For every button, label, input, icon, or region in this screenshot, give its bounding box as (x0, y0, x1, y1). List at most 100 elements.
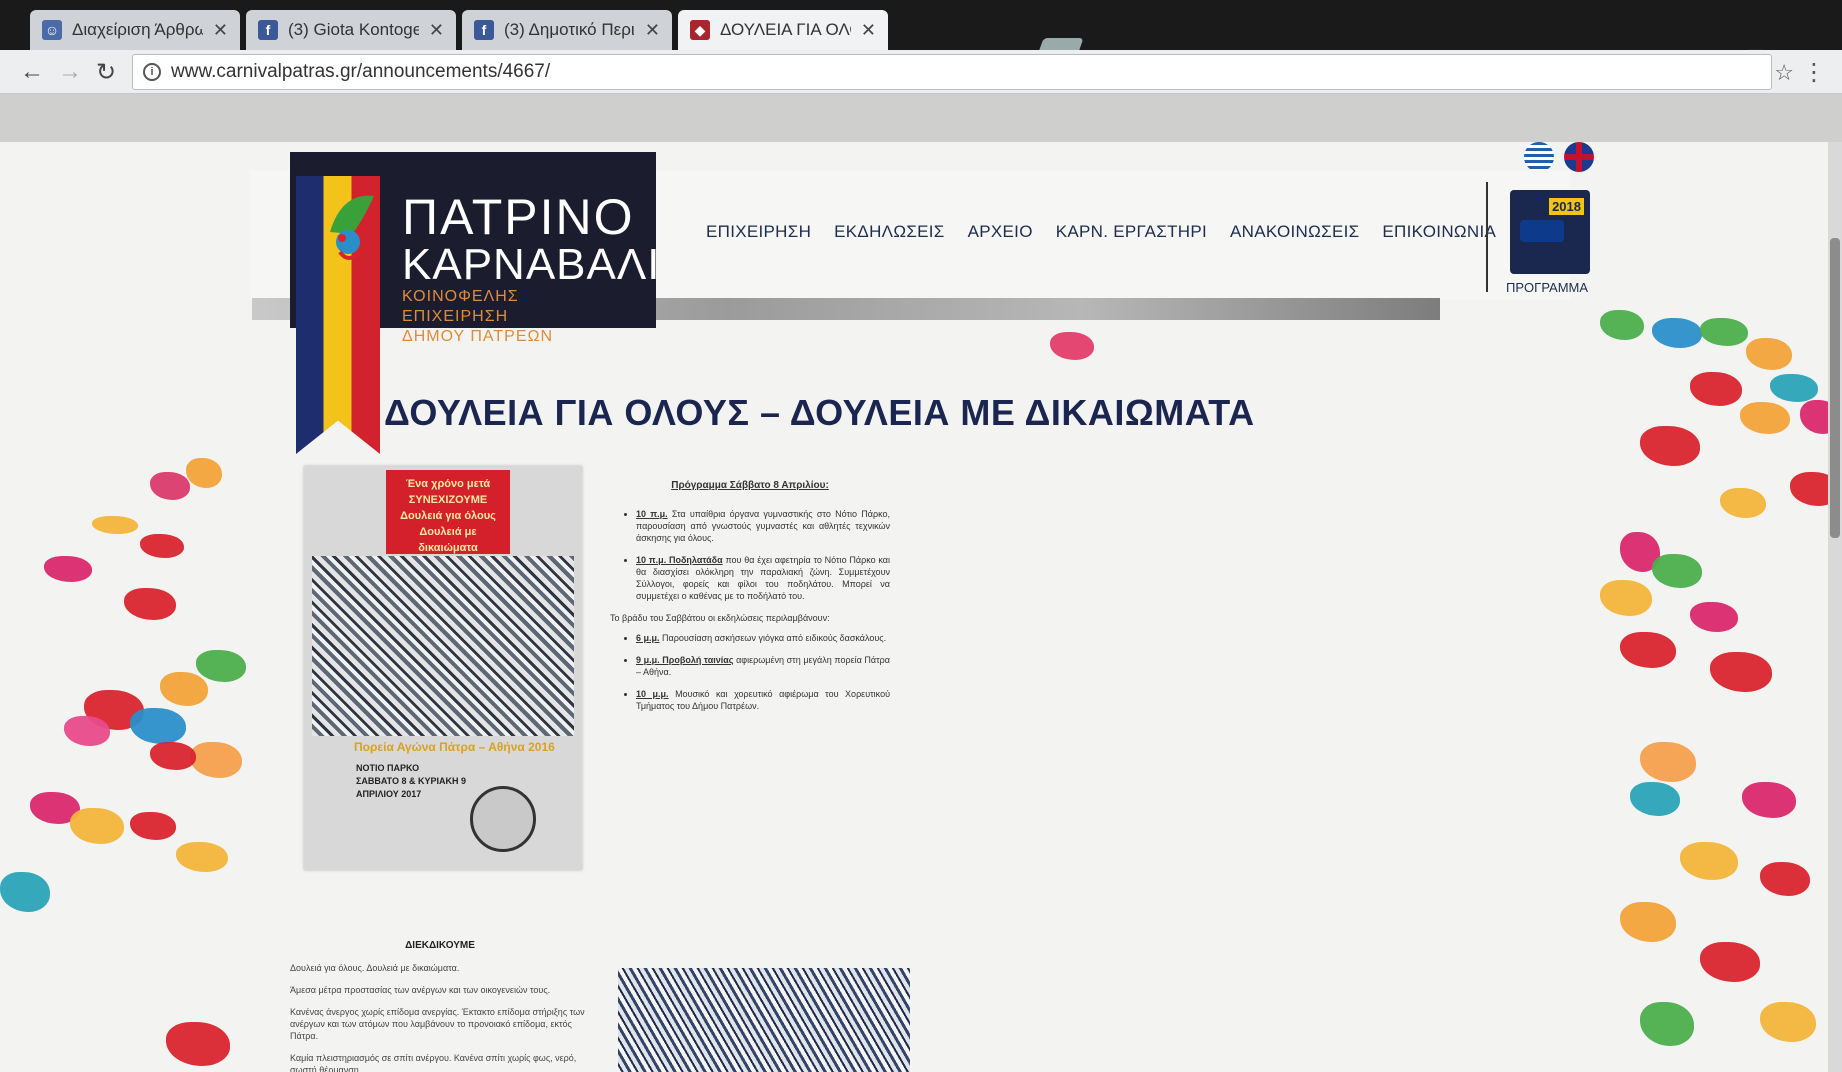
municipality-seal-icon (470, 786, 536, 852)
kebab-menu-icon[interactable]: ⋮ (1802, 58, 1826, 87)
confetti-piece (1630, 782, 1680, 816)
tab-article-admin[interactable]: ☺ Διαχείριση Άρθρων | te ✕ (30, 10, 240, 50)
list-item: 6 μ.μ. Παρουσίαση ασκήσεων γιόγκα από ει… (636, 632, 890, 644)
schedule-time: 10 π.μ. (636, 509, 668, 519)
poster-info: ΝΟΤΙΟ ΠΑΡΚΟ ΣΑΒΒΑΤΟ 8 & ΚΥΡΙΑΚΗ 9 ΑΠΡΙΛΙ… (356, 762, 466, 801)
browser-tab-bar: ☺ Διαχείριση Άρθρων | te ✕ f (3) Giota K… (0, 0, 1842, 58)
demands-paragraph: Κανένας άνεργος χωρίς επίδομα ανεργίας. … (290, 1007, 585, 1041)
program-link[interactable]: ΠΡΟΓΡΑΜΜΑ (1506, 280, 1588, 295)
confetti-piece (140, 534, 184, 558)
confetti-piece (190, 742, 242, 778)
tab-facebook-1[interactable]: f (3) Giota Kontogeorgop ✕ (246, 10, 456, 50)
forward-arrow-icon[interactable]: → (58, 58, 82, 86)
nav-item-company[interactable]: ΕΠΙΧΕΙΡΗΣΗ (706, 222, 811, 242)
poster-line: Δουλειά με δικαιώματα (418, 526, 478, 554)
confetti-piece (92, 516, 138, 534)
poster-line: Ένα χρόνο μετά (405, 478, 491, 490)
confetti-piece (196, 650, 246, 682)
tab-title: (3) Δημοτικό Περιφερεια (504, 20, 635, 39)
confetti-piece (1620, 632, 1676, 668)
confetti-piece (176, 842, 228, 872)
confetti-piece (1742, 782, 1796, 818)
confetti-piece (1600, 580, 1652, 616)
info-icon[interactable]: i (143, 63, 161, 81)
event-poster: Ένα χρόνο μετά ΣΥΝΕΧΙΖΟΥΜΕ Δουλειά για ό… (304, 466, 582, 870)
list-item: 10 π.μ. Ποδηλατάδα που θα έχει αφετηρία … (636, 554, 890, 602)
tab-current-article[interactable]: ◆ ΔΟΥΛΕΙΑ ΓΙΑ ΟΛΟΥΣ – Δ ✕ (678, 10, 888, 50)
poster-info-line: ΝΟΤΙΟ ΠΑΡΚΟ (356, 763, 420, 773)
confetti-piece (1690, 602, 1738, 632)
nav-item-events[interactable]: ΕΚΔΗΛΩΣΕΙΣ (834, 222, 944, 242)
confetti-piece (70, 808, 124, 844)
confetti-piece (1720, 488, 1766, 518)
logo-title-line2: ΚΑΡΝΑΒΑΛΙ (402, 240, 661, 289)
bookmark-star-icon[interactable]: ☆ (1774, 60, 1794, 86)
toolbar-shadow (0, 94, 1842, 142)
page-scrollbar[interactable] (1828, 142, 1842, 1072)
nav-item-contact[interactable]: ΕΠΙΚΟΙΝΩΝΙΑ (1382, 222, 1496, 242)
confetti-piece (124, 588, 176, 620)
demands-paragraph: Δουλειά για όλους. Δουλειά με δικαιώματα… (290, 963, 460, 973)
browser-toolbar: ← → ↻ i www.carnivalpatras.gr/announceme… (0, 50, 1842, 94)
confetti-piece (1680, 842, 1738, 880)
facebook-icon: f (258, 20, 278, 40)
english-flag-icon[interactable] (1564, 142, 1594, 172)
reload-icon[interactable]: ↻ (96, 58, 116, 87)
poster-line: ΣΥΝΕΧΙΖΟΥΜΕ (408, 494, 488, 506)
demands-title: ΔΙΕΚΔΙΚΟΥΜΕ (405, 940, 475, 951)
tab-title: Διαχείριση Άρθρων | te (72, 20, 203, 39)
confetti-piece (1760, 1002, 1816, 1042)
logo-title-line1: ΠΑΤΡΙΝΟ (402, 189, 635, 245)
logo-subtitle-3: ΔΗΜΟΥ ΠΑΤΡΕΩΝ (402, 328, 553, 345)
confetti-piece (130, 812, 176, 840)
confetti-piece (1700, 318, 1748, 346)
jester-mascot-icon (330, 195, 374, 260)
demands-paragraph: Άμεσα μέτρα προστασίας των ανέργων και τ… (290, 985, 551, 995)
address-bar[interactable]: i www.carnivalpatras.gr/announcements/46… (132, 54, 1772, 90)
main-nav: ΕΠΙΧΕΙΡΗΣΗ ΕΚΔΗΛΩΣΕΙΣ ΑΡΧΕΙΟ ΚΑΡΝ. ΕΡΓΑΣ… (706, 222, 1496, 242)
tab-facebook-2[interactable]: f (3) Δημοτικό Περιφερεια ✕ (462, 10, 672, 50)
nav-item-announcements[interactable]: ΑΝΑΚΟΙΝΩΣΕΙΣ (1230, 222, 1359, 242)
confetti-piece (186, 458, 222, 488)
poster-info-line: ΑΠΡΙΛΙΟΥ 2017 (356, 789, 422, 799)
close-icon[interactable]: ✕ (861, 20, 876, 41)
confetti-piece (166, 1022, 230, 1066)
schedule-time: 6 μ.μ. (636, 633, 660, 643)
schedule-time: 9 μ.μ. Προβολή ταινίας (636, 655, 734, 665)
greek-flag-icon[interactable] (1524, 142, 1554, 172)
confetti-piece (0, 872, 50, 912)
confetti-piece (1740, 402, 1790, 434)
confetti-piece (1700, 942, 1760, 982)
confetti-piece (160, 672, 208, 706)
logo-subtitle-1: ΚΟΙΝΟΦΕΛΗΣ (402, 288, 519, 305)
confetti-piece (1600, 310, 1644, 340)
nav-item-archive[interactable]: ΑΡΧΕΙΟ (968, 222, 1033, 242)
confetti-piece (1760, 862, 1810, 896)
crowd-photo (618, 968, 910, 1072)
demands-paragraph: Καμία πλειστηριασμός σε σπίτι ανέργου. Κ… (290, 1053, 577, 1072)
confetti-piece (1640, 742, 1696, 782)
confetti-piece (64, 716, 110, 746)
joomla-icon: ☺ (42, 20, 62, 40)
confetti-piece (150, 472, 190, 500)
list-item: 9 μ.μ. Προβολή ταινίας αφιερωμένη στη με… (636, 654, 890, 678)
facebook-icon: f (474, 20, 494, 40)
schedule-text: Παρουσίαση ασκήσεων γιόγκα από ειδικούς … (659, 633, 887, 643)
mask-icon (1520, 220, 1564, 242)
confetti-piece (1620, 902, 1676, 942)
back-arrow-icon[interactable]: ← (20, 58, 44, 86)
scrollbar-thumb[interactable] (1830, 238, 1840, 538)
close-icon[interactable]: ✕ (213, 20, 228, 41)
confetti-piece (150, 742, 196, 770)
close-icon[interactable]: ✕ (429, 20, 444, 41)
schedule-evening-intro: Το βράδυ του Σαββάτου οι εκδηλώσεις περι… (610, 613, 830, 623)
nav-item-workshop[interactable]: ΚΑΡΝ. ΕΡΓΑΣΤΗΡΙ (1056, 222, 1207, 242)
carnival-icon: ◆ (690, 20, 710, 40)
program-logo[interactable]: 2018 (1510, 190, 1590, 274)
confetti-piece (1690, 372, 1742, 406)
header-divider (1486, 182, 1488, 292)
schedule-text: Μουσικό και χορευτικό αφιέρωμα του Χορευ… (636, 689, 890, 711)
tab-title: ΔΟΥΛΕΙΑ ΓΙΑ ΟΛΟΥΣ – Δ (720, 20, 851, 39)
schedule-time: 10 π.μ. Ποδηλατάδα (636, 555, 723, 565)
close-icon[interactable]: ✕ (645, 20, 660, 41)
